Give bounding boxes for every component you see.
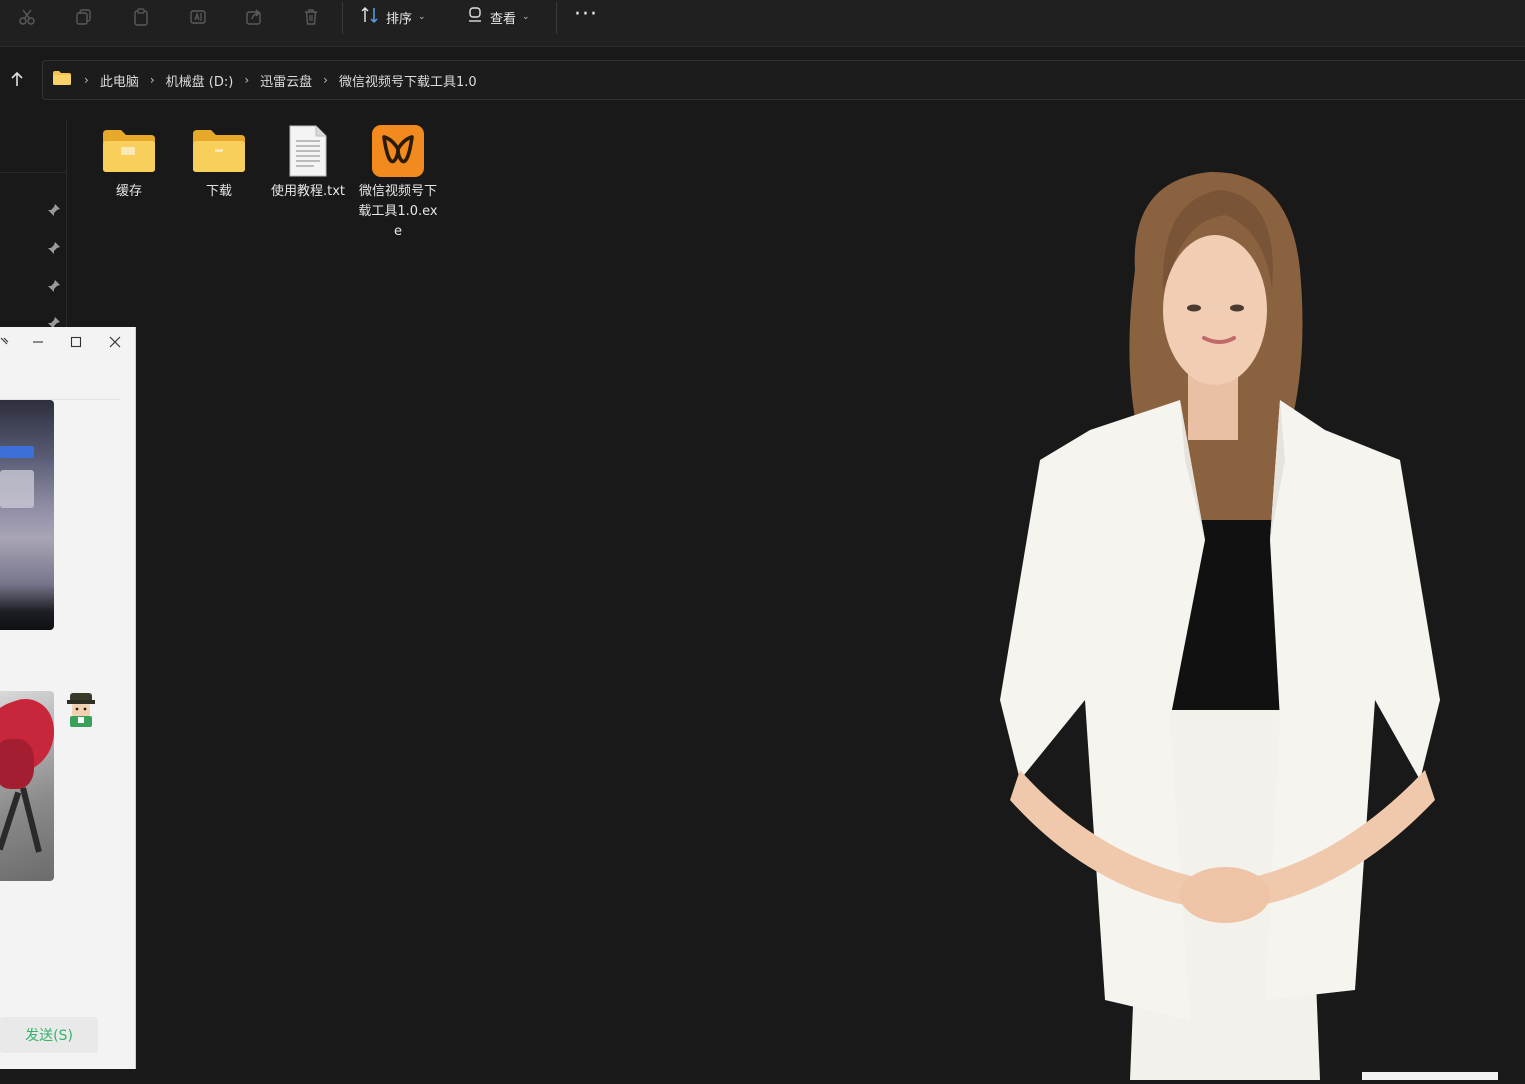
chat-image-message[interactable]	[0, 400, 54, 630]
channels-app-icon	[371, 124, 425, 178]
image-detail	[0, 470, 34, 508]
navigation-pane	[0, 110, 68, 330]
breadcrumb: › 此电脑 › 机械盘 (D:) › 迅雷云盘 › 微信视频号下载工具1.0	[53, 61, 477, 99]
pin-window-icon[interactable]	[0, 333, 14, 351]
breadcrumb-drive-d[interactable]: 机械盘 (D:)	[166, 71, 234, 90]
bottom-strip	[1362, 1072, 1498, 1080]
address-bar[interactable]: › 此电脑 › 机械盘 (D:) › 迅雷云盘 › 微信视频号下载工具1.0	[42, 60, 1525, 100]
sort-icon	[360, 6, 380, 28]
chevron-down-icon: ⌄	[418, 12, 426, 22]
pin-icon[interactable]	[47, 240, 61, 254]
breadcrumb-separator: ›	[323, 73, 328, 87]
folder-icon	[53, 71, 73, 89]
file-name: 使用教程.txt	[270, 184, 346, 199]
file-item-tutorial-txt[interactable]: 使用教程.txt	[266, 124, 350, 202]
share-icon[interactable]	[241, 4, 267, 30]
breadcrumb-separator: ›	[84, 73, 89, 87]
chevron-down-icon: ⌄	[522, 12, 530, 22]
folder-icon	[102, 124, 156, 178]
delete-icon[interactable]	[298, 4, 324, 30]
text-file-icon	[281, 124, 335, 178]
pane-divider	[66, 120, 67, 330]
presenter-figure	[980, 160, 1460, 1080]
image-detail	[0, 739, 34, 789]
pin-icon[interactable]	[47, 202, 61, 216]
paste-icon[interactable]	[128, 4, 154, 30]
file-name: 下载	[205, 184, 232, 199]
chat-video-message[interactable]	[0, 691, 54, 881]
cut-icon[interactable]	[14, 4, 40, 30]
image-detail	[0, 446, 34, 458]
minimize-icon[interactable]	[28, 333, 48, 351]
folder-icon	[192, 124, 246, 178]
pin-icon[interactable]	[47, 278, 61, 292]
send-button[interactable]: 发送(S)	[0, 1017, 98, 1053]
view-icon	[466, 6, 484, 28]
maximize-icon[interactable]	[66, 333, 86, 351]
chat-window: 发送(S)	[0, 327, 136, 1069]
file-name: 缓存	[115, 184, 142, 199]
breadcrumb-separator: ›	[149, 73, 155, 87]
sort-button[interactable]: 排序 ⌄	[360, 3, 426, 31]
file-item-downloader-exe[interactable]: 微信视频号下载工具1.0.exe	[356, 124, 440, 242]
file-item-download-folder[interactable]: 下载	[177, 124, 261, 202]
toolbar-separator	[342, 2, 343, 34]
view-label: 查看	[490, 11, 517, 27]
breadcrumb-separator: ›	[244, 73, 250, 87]
more-options-button[interactable]: ···	[574, 3, 598, 27]
up-arrow-icon[interactable]	[6, 68, 28, 90]
breadcrumb-current-folder[interactable]: 微信视频号下载工具1.0	[339, 71, 477, 90]
breadcrumb-this-pc[interactable]: 此电脑	[100, 71, 139, 90]
toolbar-separator	[556, 2, 557, 34]
file-name: 微信视频号下载工具1.0.exe	[358, 184, 438, 239]
copy-icon[interactable]	[71, 4, 97, 30]
command-bar: 排序 ⌄ 查看 ⌄ ···	[0, 0, 1525, 47]
breadcrumb-xunlei-cloud[interactable]: 迅雷云盘	[260, 71, 312, 90]
view-button[interactable]: 查看 ⌄	[466, 3, 530, 31]
nav-divider	[0, 172, 66, 173]
file-item-cache-folder[interactable]: 缓存	[87, 124, 171, 202]
image-detail	[0, 791, 22, 851]
rename-icon[interactable]	[185, 4, 211, 30]
image-detail	[20, 787, 42, 853]
close-icon[interactable]	[105, 333, 125, 351]
sort-label: 排序	[386, 11, 413, 27]
avatar[interactable]	[64, 691, 98, 729]
